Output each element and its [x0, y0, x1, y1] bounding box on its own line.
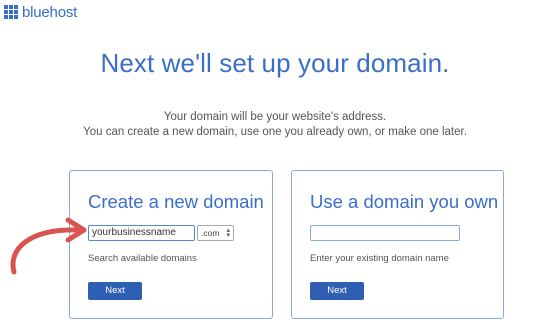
existing-domain-input[interactable]: [310, 225, 460, 241]
subtitle-line-2: You can create a new domain, use one you…: [83, 126, 467, 138]
brand-name: bluehost: [22, 3, 78, 21]
own-domain-title: Use a domain you own: [310, 191, 499, 212]
own-domain-card: Use a domain you own Enter your existing…: [291, 170, 504, 319]
grid-logo-icon: [4, 5, 18, 19]
create-domain-next-button[interactable]: Next: [88, 282, 142, 300]
page-subtitle: Your domain will be your website's addre…: [0, 110, 550, 140]
tld-select[interactable]: .com ▴ ▾: [197, 225, 234, 241]
subtitle-line-1: Your domain will be your website's addre…: [163, 111, 387, 123]
create-domain-title: Create a new domain: [88, 191, 264, 212]
select-arrows-icon: ▴ ▾: [226, 227, 230, 239]
page-title: Next we'll set up your domain.: [100, 48, 450, 78]
domain-search-input[interactable]: yourbusinessname: [88, 225, 195, 241]
search-domains-hint: Search available domains: [88, 253, 197, 264]
tld-selected-value: .com: [201, 228, 220, 238]
bluehost-logo[interactable]: bluehost: [4, 3, 78, 21]
own-domain-next-button[interactable]: Next: [310, 282, 364, 300]
annotation-arrow-icon: [10, 217, 87, 275]
existing-domain-hint: Enter your existing domain name: [310, 253, 449, 264]
